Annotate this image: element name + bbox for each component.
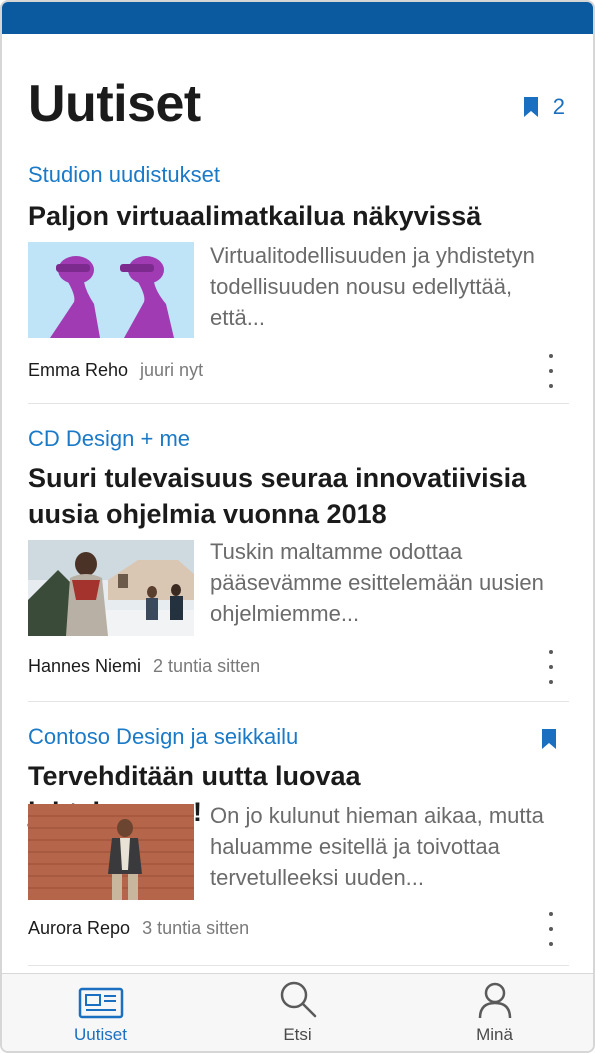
bookmark-icon (542, 729, 556, 749)
article-source-link[interactable]: Contoso Design ja seikkailu (28, 724, 298, 750)
article-thumbnail[interactable] (28, 540, 194, 636)
tab-label: Minä (476, 1025, 513, 1044)
news-feed: Studion uudistukset Paljon virtuaalimatk… (28, 158, 569, 966)
man-by-brick-wall-image (28, 804, 194, 900)
more-dot-icon (549, 680, 553, 684)
more-options-button[interactable] (545, 354, 557, 388)
person-icon (478, 982, 511, 1019)
article-author: Emma Reho (28, 360, 129, 380)
more-options-button[interactable] (545, 650, 557, 684)
article-time: 3 tuntia sitten (142, 918, 250, 938)
more-dot-icon (549, 665, 553, 669)
more-dot-icon (549, 354, 553, 358)
tab-news[interactable]: Uutiset (2, 974, 199, 1051)
bookmark-icon (523, 97, 538, 117)
tab-me[interactable]: Minä (396, 974, 593, 1051)
tab-label: Etsi (283, 1025, 312, 1044)
article-source-link[interactable]: Studion uudistukset (28, 162, 220, 188)
article-excerpt: On jo kulunut hieman aikaa, mutta haluam… (210, 803, 544, 890)
bottom-tab-bar: Uutiset Etsi Minä (2, 973, 593, 1051)
article-thumbnail[interactable] (28, 804, 194, 900)
phone-frame: Uutiset 2 Studion uudistukset Paljon vir… (0, 0, 595, 1053)
people-walking-image (28, 540, 194, 636)
article-excerpt: Tuskin maltamme odottaa pääsevämme esitt… (210, 539, 544, 626)
more-dot-icon (549, 369, 553, 373)
page-title: Uutiset (28, 75, 201, 133)
saved-articles-button[interactable]: 2 (523, 94, 565, 120)
news-article[interactable]: Contoso Design ja seikkailu Tervehditään… (28, 702, 569, 966)
news-article[interactable]: CD Design + me Suuri tulevaisuus seuraa … (28, 404, 569, 702)
tab-search[interactable]: Etsi (199, 974, 396, 1051)
tab-label: Uutiset (74, 1025, 127, 1044)
more-dot-icon (549, 384, 553, 388)
article-meta: Hannes Niemi 2 tuntia sitten (28, 656, 260, 677)
article-time: 2 tuntia sitten (153, 656, 261, 676)
article-author: Aurora Repo (28, 918, 131, 938)
article-headline[interactable]: Paljon virtuaalimatkailua näkyvissä (28, 198, 539, 234)
top-bar (2, 2, 593, 34)
news-article[interactable]: Studion uudistukset Paljon virtuaalimatk… (28, 158, 569, 404)
article-meta: Emma Reho juuri nyt (28, 360, 203, 381)
more-dot-icon (549, 650, 553, 654)
more-options-button[interactable] (545, 912, 557, 946)
article-source-link[interactable]: CD Design + me (28, 426, 190, 452)
article-meta: Aurora Repo 3 tuntia sitten (28, 918, 249, 939)
vr-people-image (28, 242, 194, 338)
page-header: Uutiset 2 (28, 74, 569, 144)
bookmark-toggle[interactable] (541, 728, 557, 755)
article-thumbnail[interactable] (28, 242, 194, 338)
article-time: juuri nyt (140, 360, 204, 380)
search-icon (280, 981, 316, 1018)
more-dot-icon (549, 927, 553, 931)
news-icon (78, 987, 123, 1019)
article-headline[interactable]: Suuri tulevaisuus seuraa innovatiivisia … (28, 460, 539, 532)
saved-count: 2 (552, 94, 565, 119)
article-excerpt: Virtualitodellisuuden ja yhdistetyn tode… (210, 243, 535, 330)
more-dot-icon (549, 942, 553, 946)
article-author: Hannes Niemi (28, 656, 142, 676)
more-dot-icon (549, 912, 553, 916)
